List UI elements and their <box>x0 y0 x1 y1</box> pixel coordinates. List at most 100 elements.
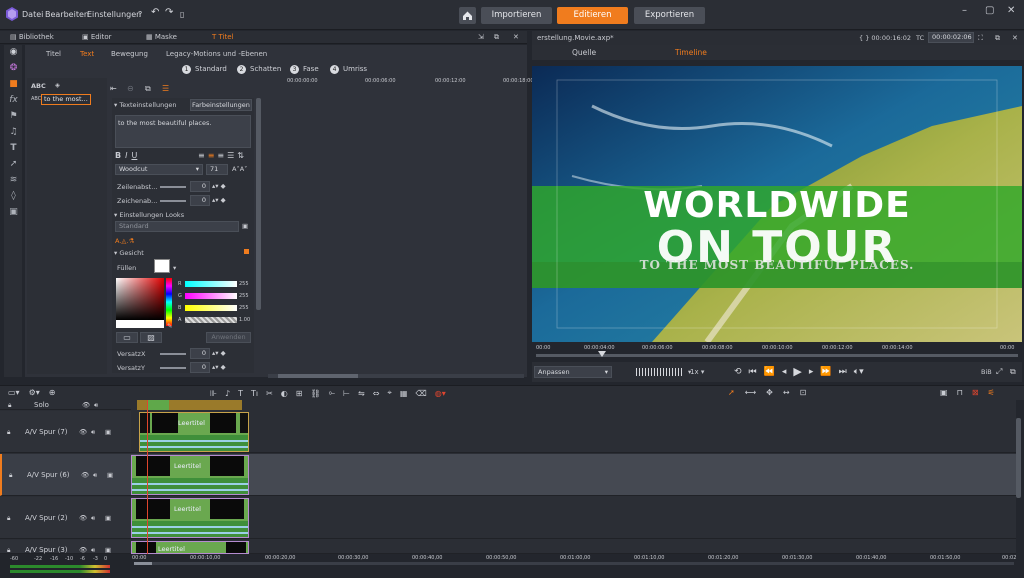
audio-record-icon[interactable]: ⊠ <box>972 388 979 397</box>
properties-scrollbar[interactable] <box>256 98 261 310</box>
save-tool-icon[interactable]: ▣ <box>8 207 19 218</box>
look-tools-icons[interactable]: A.◬.⚗ <box>115 237 134 245</box>
char-spacing-stepper[interactable]: ▴▾ ◆ <box>212 196 226 204</box>
blue-slider[interactable] <box>185 305 237 311</box>
speaker-icon[interactable]: 🔊︎ <box>94 401 98 410</box>
char-spacing-input[interactable]: 0 <box>190 195 210 206</box>
title-tool-icon[interactable]: T <box>8 143 19 154</box>
video-preview[interactable]: WORLDWIDE ON TOUR TO THE MOST BEAUTIFUL … <box>532 66 1022 342</box>
mixer-icon[interactable]: ⊪ <box>210 389 217 398</box>
track-monitor-icon[interactable]: ▣ <box>107 471 113 479</box>
title-horizontal-scrollbar[interactable] <box>268 374 524 378</box>
track-monitor-icon[interactable]: ▣ <box>105 428 111 436</box>
record-icon[interactable]: ◍▾ <box>435 389 446 398</box>
track-menu-icon[interactable]: ▭▾ <box>8 388 20 397</box>
timeline-vertical-scrollbar[interactable] <box>1016 418 1021 498</box>
layers-tool-icon[interactable]: ≋ <box>8 175 19 186</box>
tab-source[interactable]: Quelle <box>572 48 596 57</box>
delete-icon[interactable]: ⌫ <box>415 389 426 398</box>
pan-tool-icon[interactable]: ✥ <box>766 388 773 397</box>
group-icon[interactable]: ▦ <box>400 389 408 398</box>
undo-icon[interactable]: ↶ <box>151 7 159 18</box>
next-frame-icon[interactable]: ⏩ <box>820 367 831 377</box>
import-button[interactable]: Importieren <box>481 7 552 24</box>
go-start-icon[interactable]: ⏮ <box>749 367 757 377</box>
text-direction-button[interactable]: ⇅ <box>237 151 244 160</box>
timeline-horizontal-scrollbar[interactable] <box>134 562 1014 565</box>
subtitle-icon[interactable]: Tı <box>251 389 258 398</box>
undock-icon[interactable]: ⇲ <box>478 33 484 41</box>
magnet-icon[interactable]: ⊓ <box>957 388 963 397</box>
face-section-header[interactable]: ▾ Gesicht <box>114 249 144 257</box>
edit-button[interactable]: Editieren <box>557 7 628 24</box>
eye-icon[interactable]: 👁︎ <box>79 546 87 554</box>
clip[interactable]: Leertitel <box>131 498 249 538</box>
step-back-icon[interactable]: ◂ <box>782 367 787 377</box>
color-picker-area[interactable] <box>116 278 164 320</box>
offset-x-stepper[interactable]: ▴▾ ◆ <box>212 349 226 357</box>
align-center-button[interactable]: ≡ <box>208 151 215 160</box>
preview-scrub-bar[interactable] <box>536 354 1018 357</box>
line-spacing-input[interactable]: 0 <box>190 181 210 192</box>
preset-bevel[interactable]: 3 Fase <box>290 65 319 74</box>
speaker-icon[interactable]: 🔊︎ <box>91 428 95 437</box>
tab-motion[interactable]: Bewegung <box>111 50 148 58</box>
trim-icon[interactable]: ⟜ <box>329 388 335 398</box>
underline-button[interactable]: U <box>131 151 137 160</box>
preset-shadow[interactable]: 2 Schatten <box>237 65 281 74</box>
hue-slider[interactable] <box>166 278 172 326</box>
step-forward-icon[interactable]: ▸ <box>809 367 814 377</box>
zoom-tool-icon[interactable]: ⊡ <box>800 388 807 397</box>
scrub-icon[interactable]: ⚟ <box>988 388 995 397</box>
zoom-fit-select[interactable]: Anpassen ▾ <box>534 366 612 378</box>
save-look-icon[interactable]: ▣ <box>242 222 248 230</box>
slide-tool-icon[interactable]: ↔ <box>783 388 790 397</box>
timeline-playhead[interactable] <box>147 400 148 554</box>
eye-icon[interactable]: 👁︎ <box>79 428 87 436</box>
list-icon[interactable]: ☰ <box>162 84 169 93</box>
line-spacing-stepper[interactable]: ▴▾ ◆ <box>212 182 226 190</box>
lock-icon[interactable]: 🔒︎ <box>7 428 10 437</box>
tab-titel[interactable]: Titel <box>46 50 61 58</box>
font-size-select[interactable]: 71 <box>206 164 228 175</box>
menu-einstellungen[interactable]: Einstellungen <box>87 10 141 19</box>
audio-icon[interactable]: ♪ <box>225 389 230 398</box>
pip-label[interactable]: BiB <box>981 368 992 376</box>
preview-playhead[interactable] <box>598 351 606 357</box>
slip-tool-icon[interactable]: ⟷ <box>745 388 756 397</box>
eye-icon[interactable]: 👁︎ <box>81 471 89 479</box>
red-value[interactable]: 255 <box>239 281 249 287</box>
offset-y-stepper[interactable]: ▴▾ ◆ <box>212 363 226 371</box>
face-enabled-indicator[interactable] <box>244 249 249 254</box>
offset-y-input[interactable]: 0 <box>190 362 210 373</box>
blue-value[interactable]: 255 <box>239 305 249 311</box>
text-settings-header[interactable]: ▾ Texteinstellungen <box>114 101 176 109</box>
fullscreen-icon[interactable]: ⛶ <box>978 34 983 43</box>
preview-float-icon[interactable]: ⧉ <box>995 34 1000 43</box>
minimize-icon[interactable]: – <box>962 5 967 16</box>
cursor-tool-icon[interactable]: ➚ <box>8 159 19 170</box>
transition-tool-icon[interactable]: ⚑ <box>8 111 19 122</box>
eyedropper-icon[interactable]: ✎ <box>167 322 172 330</box>
speed-select[interactable]: 1x ▾ <box>688 366 716 378</box>
tab-mask[interactable]: ▦ Maske <box>146 33 177 41</box>
tab-timeline[interactable]: Timeline <box>675 48 707 57</box>
paint-tool-icon[interactable]: ◊ <box>8 191 19 202</box>
green-slider[interactable] <box>185 293 237 299</box>
title-tl-icon[interactable]: T <box>238 389 243 398</box>
text-input[interactable]: to the most beautiful places. <box>115 115 251 148</box>
media-tool-icon[interactable]: ◉ <box>8 47 19 58</box>
green-value[interactable]: 255 <box>239 293 249 299</box>
loop-icon[interactable]: ⟲ <box>734 367 742 377</box>
speaker-icon[interactable]: 🔊︎ <box>93 471 97 480</box>
track-monitor-icon[interactable]: ▣ <box>105 514 111 522</box>
swatch-mode-button[interactable]: ▭ <box>116 332 138 343</box>
duration-timecode[interactable]: { } 00:00:16:02 <box>859 34 911 42</box>
add-track-icon[interactable]: ⊕ <box>49 388 56 397</box>
color-icon[interactable]: ◐ <box>281 389 288 398</box>
track-monitor-icon[interactable]: ▣ <box>105 546 111 554</box>
alpha-value[interactable]: 1.00 <box>239 317 250 323</box>
preset-standard[interactable]: 1 Standard <box>182 65 227 74</box>
text-layer-item[interactable]: to the most... <box>41 94 91 105</box>
folder-tool-icon[interactable]: ■ <box>8 79 19 90</box>
